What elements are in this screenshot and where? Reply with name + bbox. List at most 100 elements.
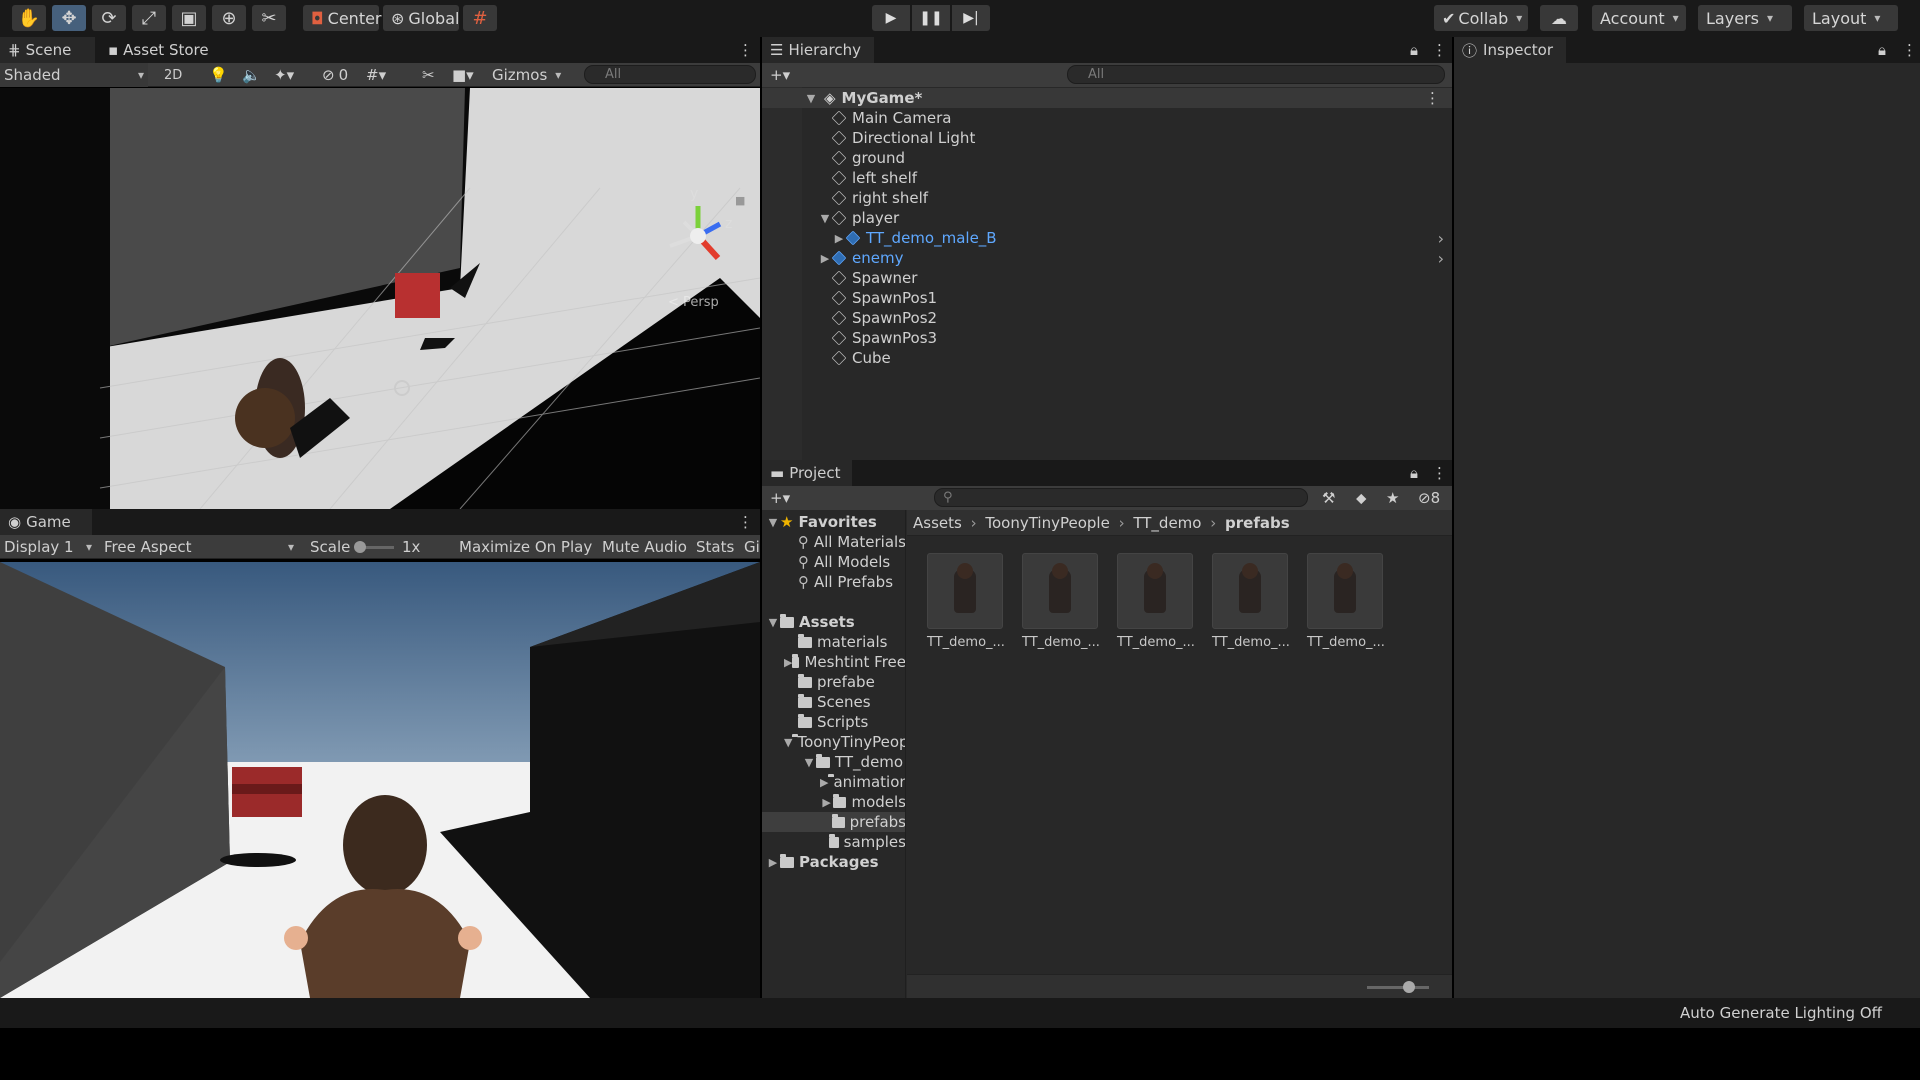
hierarchy-item[interactable]: Directional Light xyxy=(762,128,1452,148)
project-tree-item[interactable]: ▼ TT_demo xyxy=(762,752,905,772)
breadcrumb-item[interactable]: prefabs xyxy=(1225,514,1290,532)
hierarchy-menu-icon[interactable]: ⋮ xyxy=(1424,37,1455,63)
gizmos-dropdown[interactable]: Gizmos xyxy=(488,63,565,87)
tab-hierarchy[interactable]: ☰ Hierarchy xyxy=(762,37,874,63)
project-create-button[interactable]: +▾ xyxy=(766,486,794,510)
project-tree-item[interactable]: Scenes xyxy=(762,692,905,712)
scene-root-row[interactable]: ▼ ◈ MyGame* ⋮ xyxy=(762,88,1452,108)
hierarchy-item[interactable]: left shelf xyxy=(762,168,1452,188)
pause-button[interactable]: ❚❚ xyxy=(912,5,950,31)
custom-tool-icon[interactable]: ✂ xyxy=(252,5,286,31)
project-tree-item[interactable]: ▼ Assets xyxy=(762,612,905,632)
play-button[interactable]: ▶ xyxy=(872,5,910,31)
inspector-menu-icon[interactable]: ⋮ xyxy=(1894,37,1920,63)
project-tree-item[interactable]: samples xyxy=(762,832,905,852)
chevron-right-icon[interactable]: ▶ xyxy=(784,656,792,669)
tab-game[interactable]: ◉ Game xyxy=(0,509,92,535)
filter-by-type-icon[interactable]: ⚒ xyxy=(1318,486,1339,510)
thumbnail-size-slider[interactable] xyxy=(1367,981,1429,993)
chevron-down-icon[interactable]: ▼ xyxy=(766,616,780,629)
tab-scene[interactable]: ⋕ Scene xyxy=(0,37,95,63)
open-prefab-arrow-icon[interactable]: › xyxy=(1438,229,1444,248)
transform-tool-icon[interactable]: ⊕ xyxy=(212,5,246,31)
pivot-toggle-button[interactable]: ◘ Center xyxy=(303,5,382,31)
project-tree-item[interactable]: ▼ ToonyTinyPeople xyxy=(762,732,905,752)
create-add-button[interactable]: +▾ xyxy=(766,63,794,87)
chevron-right-icon[interactable]: ▶ xyxy=(820,796,833,809)
project-search-input[interactable]: ⚲ xyxy=(934,488,1308,507)
breadcrumb-item[interactable]: TT_demo xyxy=(1133,514,1201,532)
chevron-down-icon[interactable]: ▼ xyxy=(802,756,816,769)
hidden-packages-toggle[interactable]: ⊘ 8 xyxy=(1414,486,1444,510)
scene-menu-icon[interactable]: ⋮ xyxy=(730,37,761,63)
account-dropdown[interactable]: Account xyxy=(1592,5,1686,31)
prefab-asset-tile[interactable]: TT_demo_... xyxy=(1117,553,1195,650)
chevron-right-icon[interactable]: ▶ xyxy=(820,776,828,789)
effects-toggle-icon[interactable]: ✦▾ xyxy=(270,63,298,87)
hand-tool-icon[interactable]: ✋ xyxy=(12,5,46,31)
layers-dropdown[interactable]: Layers xyxy=(1698,5,1792,31)
chevron-right-icon[interactable]: ▶ xyxy=(832,232,846,245)
game-viewport[interactable] xyxy=(0,562,760,998)
scale-tool-icon[interactable]: ⤢ xyxy=(132,5,166,31)
inspector-lock-icon[interactable]: 🔒︎ xyxy=(1870,37,1894,63)
project-tree-item[interactable]: ⚲ All Models xyxy=(762,552,905,572)
chevron-down-icon[interactable]: ▼ xyxy=(784,736,792,749)
grid-toggle-icon[interactable]: #▾ xyxy=(362,63,390,87)
hierarchy-lock-icon[interactable]: 🔒︎ xyxy=(1402,37,1426,63)
chevron-right-icon[interactable]: ▶ xyxy=(766,856,780,869)
aspect-dropdown[interactable]: Free Aspect xyxy=(100,535,298,559)
2d-toggle-button[interactable]: 2D xyxy=(160,63,186,87)
hierarchy-item[interactable]: ▼ player xyxy=(762,208,1452,228)
hierarchy-search-input[interactable]: All xyxy=(1067,65,1445,84)
grid-snap-icon[interactable]: # xyxy=(463,5,497,31)
project-tree-item[interactable]: ▶ animation xyxy=(762,772,905,792)
hierarchy-item[interactable]: Cube xyxy=(762,348,1452,368)
tools-icon[interactable]: ✂ xyxy=(418,63,439,87)
project-tree-item[interactable]: ▶ models xyxy=(762,792,905,812)
prefab-asset-tile[interactable]: TT_demo_... xyxy=(1022,553,1100,650)
hierarchy-item[interactable]: SpawnPos2 xyxy=(762,308,1452,328)
scene-menu-kebab-icon[interactable]: ⋮ xyxy=(1425,89,1440,107)
open-prefab-arrow-icon[interactable]: › xyxy=(1438,249,1444,268)
tab-inspector[interactable]: ⓘ Inspector xyxy=(1454,37,1566,63)
hidden-objects-toggle[interactable]: ⊘ 0 xyxy=(318,63,352,87)
tab-asset-store[interactable]: ▪ Asset Store xyxy=(100,37,217,63)
prefab-asset-tile[interactable]: TT_demo_... xyxy=(927,553,1005,650)
chevron-right-icon[interactable]: ▶ xyxy=(818,252,832,265)
scene-search-input[interactable]: All xyxy=(584,65,756,84)
maximize-on-play-toggle[interactable]: Maximize On Play xyxy=(455,535,596,559)
hierarchy-item[interactable]: Main Camera xyxy=(762,108,1452,128)
step-button[interactable]: ▶| xyxy=(952,5,990,31)
layout-dropdown[interactable]: Layout xyxy=(1804,5,1898,31)
display-dropdown[interactable]: Display 1 xyxy=(0,535,96,559)
lighting-toggle-icon[interactable]: 💡 xyxy=(205,63,232,87)
collab-dropdown[interactable]: ✔ Collab xyxy=(1434,5,1528,31)
move-tool-icon[interactable]: ✥ xyxy=(52,5,86,31)
hierarchy-item[interactable]: ▶ enemy › xyxy=(762,248,1452,268)
chevron-down-icon[interactable]: ▼ xyxy=(818,212,832,225)
project-tree-item[interactable]: prefabe xyxy=(762,672,905,692)
hierarchy-item[interactable]: right shelf xyxy=(762,188,1452,208)
project-tree-item[interactable]: ▶ Packages xyxy=(762,852,905,872)
breadcrumb-item[interactable]: Assets xyxy=(913,514,962,532)
rect-tool-icon[interactable]: ▣ xyxy=(172,5,206,31)
chevron-down-icon[interactable]: ▼ xyxy=(766,516,780,529)
tab-project[interactable]: ▬ Project xyxy=(762,460,852,486)
project-tree-item[interactable]: ▶ Meshtint Free xyxy=(762,652,905,672)
favorite-star-icon[interactable]: ★ xyxy=(1382,486,1403,510)
project-lock-icon[interactable]: 🔒︎ xyxy=(1402,460,1426,486)
filter-by-label-icon[interactable]: ⬥ xyxy=(1352,486,1371,510)
breadcrumb-item[interactable]: ToonyTinyPeople xyxy=(985,514,1109,532)
scale-slider[interactable] xyxy=(354,541,394,553)
mute-audio-toggle[interactable]: Mute Audio xyxy=(598,535,691,559)
project-tree-item[interactable]: ▼ ★ Favorites xyxy=(762,512,905,532)
project-tree-item[interactable]: ⚲ All Materials xyxy=(762,532,905,552)
hierarchy-item[interactable]: SpawnPos1 xyxy=(762,288,1452,308)
game-gizmos-toggle[interactable]: Gi xyxy=(740,535,764,559)
stats-toggle[interactable]: Stats xyxy=(692,535,738,559)
space-toggle-button[interactable]: ⊛ Global xyxy=(383,5,459,31)
audio-toggle-icon[interactable]: 🔈 xyxy=(238,63,265,87)
hierarchy-item[interactable]: SpawnPos3 xyxy=(762,328,1452,348)
hierarchy-item[interactable]: ground xyxy=(762,148,1452,168)
